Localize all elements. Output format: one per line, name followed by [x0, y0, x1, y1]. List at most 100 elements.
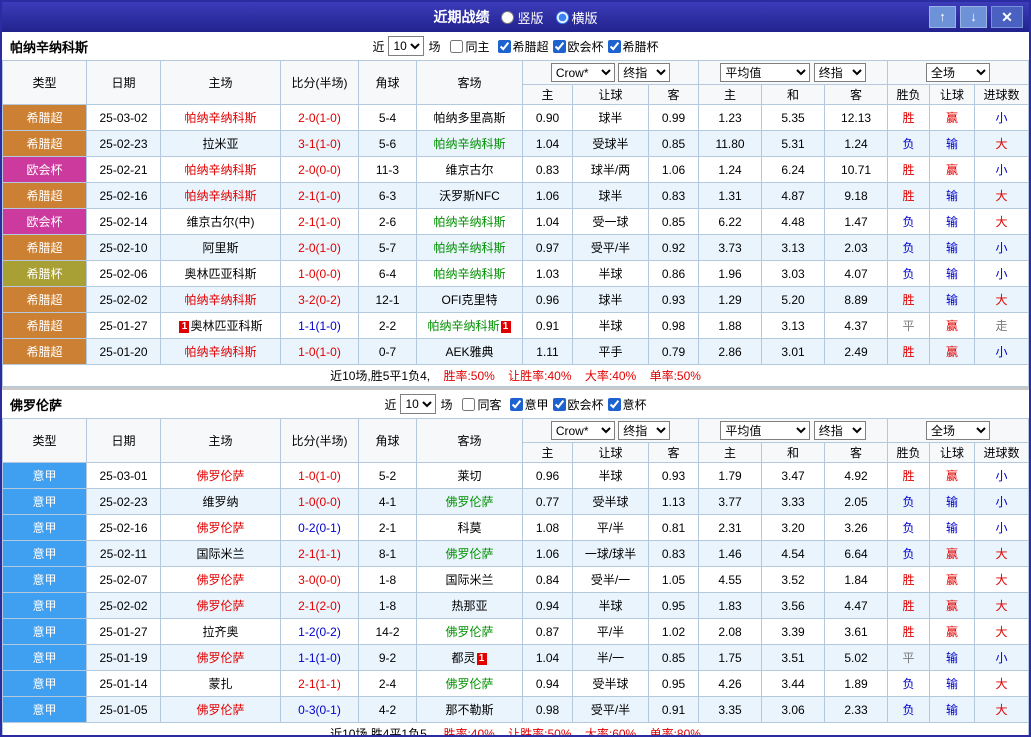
away-team-name[interactable]: 维京古尔 [445, 163, 493, 177]
home-team-name[interactable]: 帕纳辛纳科斯 [184, 293, 256, 307]
match-count-select[interactable]: 10 [400, 394, 436, 414]
home-team-name[interactable]: 帕纳辛纳科斯 [184, 163, 256, 177]
same-venue-input[interactable] [450, 40, 463, 53]
away-team-name[interactable]: 帕纳辛纳科斯 [433, 137, 505, 151]
league-checkbox-input[interactable] [553, 40, 566, 53]
avg-final-select[interactable]: 终指 [814, 63, 866, 82]
away-team-name[interactable]: 国际米兰 [445, 573, 493, 587]
away-team-name[interactable]: 沃罗斯NFC [439, 189, 500, 203]
home-team-name[interactable]: 佛罗伦萨 [196, 703, 244, 717]
handicap-line: 半/一 [573, 645, 649, 671]
layout-radio-horizontal[interactable]: 横版 [556, 8, 598, 27]
league-filter-checkbox[interactable]: 意甲 [510, 396, 549, 413]
away-team-name[interactable]: 佛罗伦萨 [445, 625, 493, 639]
scroll-up-button[interactable]: ↑ [929, 6, 956, 28]
corner-cell: 4-2 [359, 697, 417, 723]
scope-select[interactable]: 全场 [926, 421, 990, 440]
result-goals: 大 [975, 567, 1029, 593]
result-handicap: 输 [930, 235, 975, 261]
vertical-radio-input[interactable] [501, 11, 514, 24]
league-checkbox-input[interactable] [498, 40, 511, 53]
away-team-name[interactable]: 帕纳辛纳科斯 [433, 215, 505, 229]
sub-header-avg-draw: 和 [762, 443, 825, 463]
avg-draw-odds: 4.87 [762, 183, 825, 209]
home-team-name[interactable]: 佛罗伦萨 [196, 651, 244, 665]
avg-select[interactable]: 平均值 [720, 63, 810, 82]
home-team-name[interactable]: 奥林匹亚科斯 [190, 319, 262, 333]
home-team-name[interactable]: 佛罗伦萨 [196, 469, 244, 483]
match-date: 25-02-02 [87, 593, 161, 619]
same-venue-checkbox[interactable]: 同客 [462, 396, 501, 413]
away-team-name[interactable]: 佛罗伦萨 [445, 547, 493, 561]
sub-header-goals: 进球数 [975, 85, 1029, 105]
league-filter-checkbox[interactable]: 希腊杯 [608, 38, 659, 55]
book-home-odds: 0.87 [523, 619, 573, 645]
result-handicap: 输 [930, 287, 975, 313]
bookmaker-select[interactable]: Crow* [551, 421, 615, 440]
scope-select[interactable]: 全场 [926, 63, 990, 82]
league-checkbox-input[interactable] [510, 398, 523, 411]
away-team-name[interactable]: 帕纳辛纳科斯 [433, 241, 505, 255]
away-team-name[interactable]: 科莫 [457, 521, 481, 535]
same-venue-input[interactable] [462, 398, 475, 411]
away-team-name[interactable]: 佛罗伦萨 [445, 677, 493, 691]
league-filter-checkbox[interactable]: 欧会杯 [553, 396, 604, 413]
book-away-odds: 1.13 [649, 489, 699, 515]
sub-header-goals: 进球数 [975, 443, 1029, 463]
home-team-name[interactable]: 拉齐奥 [202, 625, 238, 639]
book-away-odds: 0.81 [649, 515, 699, 541]
home-team-name[interactable]: 拉米亚 [202, 137, 238, 151]
avg-home-odds: 3.73 [699, 235, 762, 261]
summary-record: 近10场,胜5平1负4, [330, 369, 430, 383]
home-team-name[interactable]: 佛罗伦萨 [196, 573, 244, 587]
home-cell: 佛罗伦萨 [161, 515, 281, 541]
away-team-name[interactable]: 佛罗伦萨 [445, 495, 493, 509]
home-team-name[interactable]: 佛罗伦萨 [196, 521, 244, 535]
away-team-name[interactable]: OFI克里特 [442, 293, 498, 307]
away-team-name[interactable]: 莱切 [457, 469, 481, 483]
home-team-name[interactable]: 奥林匹亚科斯 [184, 267, 256, 281]
league-filter-checkbox[interactable]: 意杯 [608, 396, 647, 413]
result-winloss: 平 [888, 645, 930, 671]
red-card-badge: 1 [179, 321, 189, 333]
avg-select[interactable]: 平均值 [720, 421, 810, 440]
away-team-name[interactable]: 帕纳辛纳科斯 [427, 319, 499, 333]
away-team-name[interactable]: AEK雅典 [445, 345, 493, 359]
result-winloss: 胜 [888, 567, 930, 593]
book-final-select[interactable]: 终指 [618, 63, 670, 82]
book-final-select[interactable]: 终指 [618, 421, 670, 440]
away-team-name[interactable]: 那不勒斯 [445, 703, 493, 717]
league-checkbox-input[interactable] [553, 398, 566, 411]
league-checkbox-input[interactable] [608, 398, 621, 411]
summary-record: 近10场,胜4平1负5, [330, 727, 430, 737]
result-goals: 大 [975, 131, 1029, 157]
away-team-name[interactable]: 热那亚 [451, 599, 487, 613]
league-filter-checkbox[interactable]: 希腊超 [498, 38, 549, 55]
home-team-name[interactable]: 阿里斯 [202, 241, 238, 255]
home-team-name[interactable]: 佛罗伦萨 [196, 599, 244, 613]
same-venue-checkbox[interactable]: 同主 [450, 38, 489, 55]
away-team-name[interactable]: 帕纳辛纳科斯 [433, 267, 505, 281]
home-team-name[interactable]: 维罗纳 [202, 495, 238, 509]
close-button[interactable]: ✕ [991, 6, 1023, 28]
avg-draw-odds: 5.35 [762, 105, 825, 131]
league-checkbox-input[interactable] [608, 40, 621, 53]
away-team-name[interactable]: 都灵 [451, 651, 475, 665]
home-team-name[interactable]: 蒙扎 [208, 677, 232, 691]
home-team-name[interactable]: 帕纳辛纳科斯 [184, 111, 256, 125]
horizontal-radio-input[interactable] [556, 11, 569, 24]
bookmaker-select[interactable]: Crow* [551, 63, 615, 82]
home-team-name[interactable]: 帕纳辛纳科斯 [184, 189, 256, 203]
scroll-down-button[interactable]: ↓ [960, 6, 987, 28]
layout-radio-vertical[interactable]: 竖版 [501, 8, 543, 27]
match-count-select[interactable]: 10 [388, 36, 424, 56]
home-team-name[interactable]: 帕纳辛纳科斯 [184, 345, 256, 359]
home-team-name[interactable]: 维京古尔(中) [187, 215, 255, 229]
league-filter-checkbox[interactable]: 欧会杯 [553, 38, 604, 55]
avg-final-select[interactable]: 终指 [814, 421, 866, 440]
results-table: 类型 日期 主场 比分(半场) 角球 客场 Crow* 终指 平均值 终指 [2, 60, 1029, 387]
home-team-name[interactable]: 国际米兰 [196, 547, 244, 561]
avg-home-odds: 1.75 [699, 645, 762, 671]
away-team-name[interactable]: 帕纳多里高斯 [433, 111, 505, 125]
avg-away-odds: 3.61 [825, 619, 888, 645]
